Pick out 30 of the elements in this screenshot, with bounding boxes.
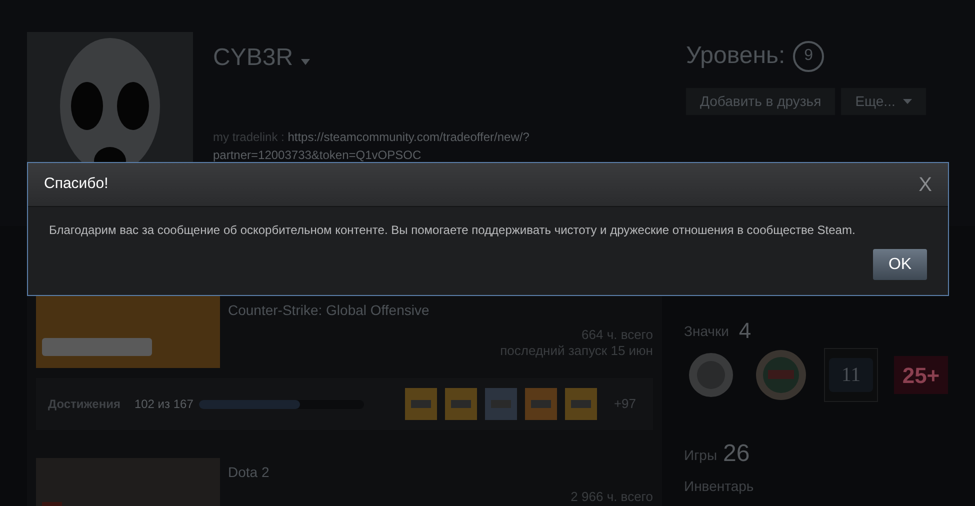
achievements-count: 102 из 167 xyxy=(134,396,194,413)
porthole-badge-icon[interactable] xyxy=(754,348,808,402)
years-badge[interactable]: 11 xyxy=(824,348,878,402)
game-title[interactable]: Dota 2 xyxy=(228,462,653,483)
tradelink[interactable]: https://steamcommunity.com/tradeoffer/new/? xyxy=(288,130,530,144)
ok-button[interactable]: OK xyxy=(873,249,927,280)
caret-icon[interactable] xyxy=(301,59,310,65)
achievement-icon[interactable] xyxy=(445,388,477,420)
dialog-title: Спасибо! xyxy=(44,174,108,194)
inventory-link[interactable]: Инвентарь xyxy=(684,476,948,497)
achievement-icon[interactable] xyxy=(405,388,437,420)
achievement-icon[interactable] xyxy=(565,388,597,420)
add-friend-button[interactable]: Добавить в друзья xyxy=(686,88,836,115)
dialog-message: Благодарим вас за сообщение об оскорбительном контенте. Вы помогаете поддерживать чистоту и дружеские отношения в сообществе Steam. xyxy=(48,222,856,239)
caret-icon xyxy=(903,99,912,104)
badges-label[interactable]: Значки xyxy=(684,321,729,342)
profile-name: CYB3R xyxy=(213,43,294,73)
games-count: 26 xyxy=(723,442,750,466)
level-label: Уровень: xyxy=(686,41,786,71)
achievement-icon[interactable] xyxy=(485,388,517,420)
close-button[interactable]: X xyxy=(918,170,932,200)
badges-count: 4 xyxy=(738,320,752,342)
more-button[interactable]: Еще... xyxy=(841,88,926,115)
achievement-icon[interactable] xyxy=(525,388,557,420)
years-number: 11 xyxy=(829,358,873,392)
games-label[interactable]: Игры xyxy=(684,445,718,466)
tradelink[interactable]: partner=12003733&token=Q1vOPSOC xyxy=(213,148,422,162)
game-title[interactable]: Counter-Strike: Global Offensive xyxy=(228,300,653,321)
level-badge-tile[interactable]: 25+ xyxy=(894,356,948,394)
level-badge: 9 xyxy=(793,40,824,72)
